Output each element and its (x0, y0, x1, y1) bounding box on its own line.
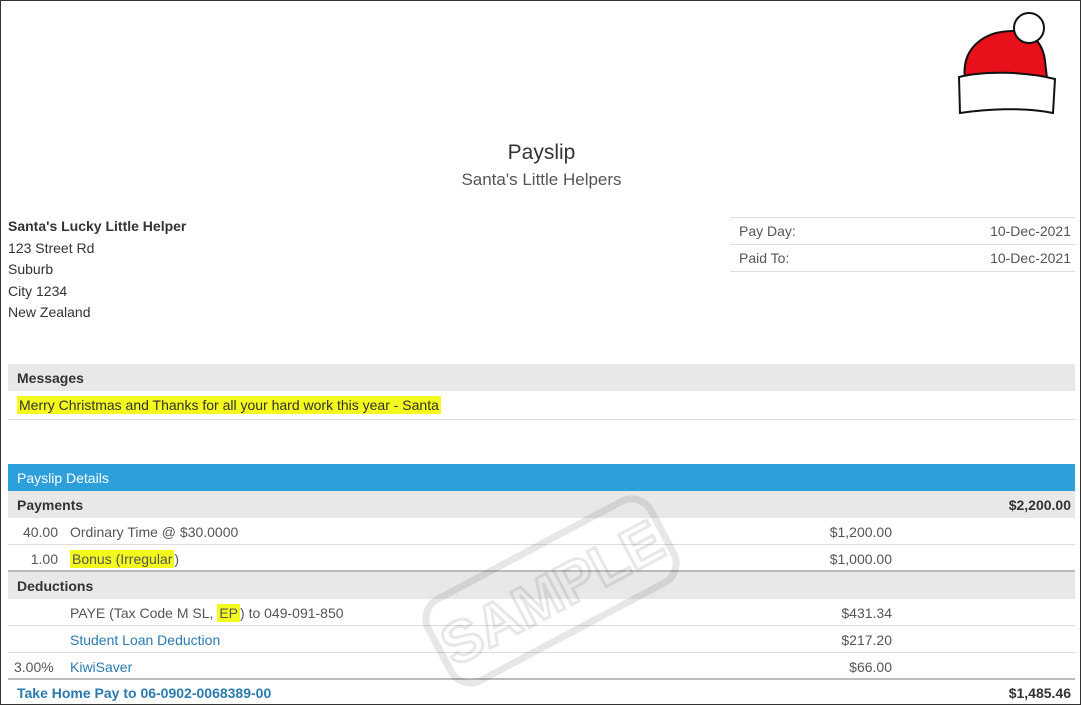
pay-info-table: Pay Day: 10-Dec-2021 Paid To: 10-Dec-202… (730, 217, 1075, 272)
line-qty: 1.00 (30, 551, 58, 567)
pay-day-value: 10-Dec-2021 (990, 223, 1071, 239)
student-loan-link[interactable]: Student Loan Deduction (70, 632, 220, 648)
message-text: Merry Christmas and Thanks for all your … (17, 396, 441, 414)
payments-label: Payments (17, 496, 84, 513)
payments-total: $2,200.00 (1008, 496, 1071, 513)
desc-suffix: ) (174, 551, 180, 567)
line-qty: 40.00 (22, 524, 58, 540)
take-home-amount: $1,485.46 (1008, 685, 1071, 701)
messages-header: Messages (8, 364, 1075, 391)
paid-to-label: Paid To: (739, 250, 790, 266)
employee-address: Santa's Lucky Little Helper 123 Street R… (8, 216, 186, 324)
message-row: Merry Christmas and Thanks for all your … (8, 391, 1075, 420)
line-amount: $66.00 (849, 659, 892, 675)
payments-header: Payments $2,200.00 (8, 491, 1075, 518)
line-amount: $1,000.00 (829, 551, 892, 567)
payslip-page: Payslip Santa's Little Helpers Santa's L… (0, 0, 1081, 705)
payslip-details-header: Payslip Details (8, 464, 1075, 491)
pay-day-row: Pay Day: 10-Dec-2021 (730, 218, 1075, 245)
company-name: Santa's Little Helpers (461, 170, 622, 189)
line-desc: Bonus (Irregular) (70, 550, 180, 568)
line-qty: 3.00% (14, 659, 54, 675)
address-line: City 1234 (8, 282, 68, 299)
line-amount: $431.34 (841, 605, 892, 621)
table-row: 3.00% KiwiSaver $66.00 (8, 653, 1075, 680)
address-line: 123 Street Rd (8, 239, 95, 256)
address-line: Suburb (8, 261, 54, 278)
paid-to-value: 10-Dec-2021 (990, 250, 1071, 266)
paid-to-row: Paid To: 10-Dec-2021 (730, 245, 1075, 272)
line-desc: Ordinary Time @ $30.0000 (70, 524, 239, 540)
page-title: Payslip (507, 141, 576, 164)
line-amount: $217.20 (841, 632, 892, 648)
take-home-row: Take Home Pay to 06-0902-0068389-00 $1,4… (8, 680, 1075, 704)
deductions-label: Deductions (17, 577, 94, 594)
take-home-label[interactable]: Take Home Pay to 06-0902-0068389-00 (17, 685, 271, 701)
highlight-ep: EP (217, 604, 241, 622)
address-line: New Zealand (8, 304, 91, 321)
highlight-bonus: Bonus (Irregular (70, 550, 175, 568)
header: Payslip Santa's Little Helpers (1, 139, 1080, 192)
pay-day-label: Pay Day: (739, 223, 796, 239)
employee-name: Santa's Lucky Little Helper (8, 218, 187, 234)
line-desc: PAYE (Tax Code M SL, EP) to 049-091-850 (70, 604, 344, 622)
kiwisaver-link[interactable]: KiwiSaver (70, 659, 132, 675)
santa-hat-icon (957, 12, 1057, 115)
desc-suffix: ) to 049-091-850 (240, 605, 344, 621)
desc-prefix: PAYE (Tax Code M SL, (70, 605, 218, 621)
line-amount: $1,200.00 (829, 524, 892, 540)
